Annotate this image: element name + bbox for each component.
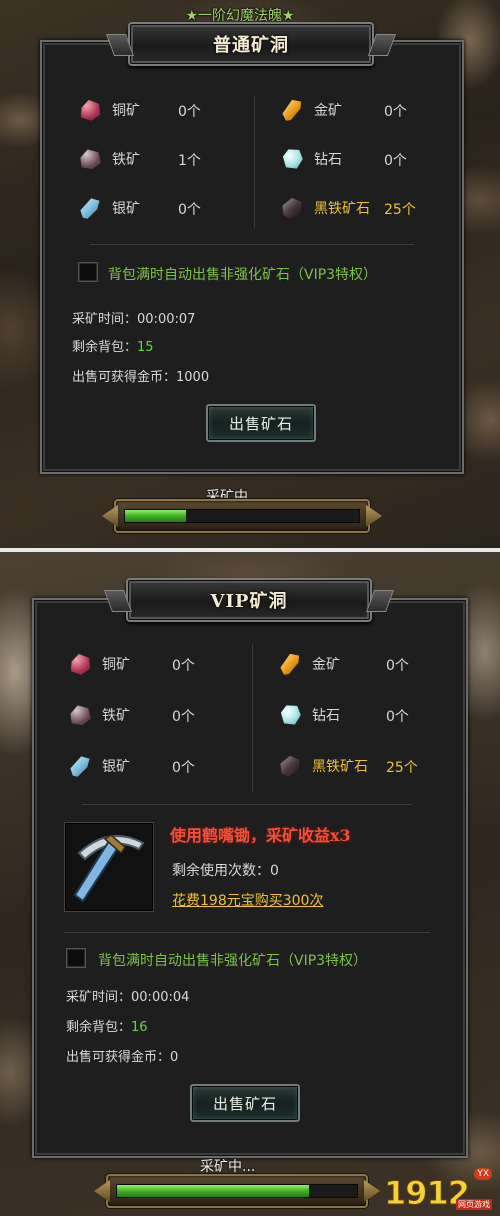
copper-ore-icon: [76, 96, 104, 124]
bag-remaining-label: 剩余背包：: [66, 1020, 132, 1035]
normal-mine-section: ★一阶幻魔法魄★ 普通矿洞 铜矿 0个 铁矿 1个 银矿 0个 金矿 0个 钻石…: [0, 0, 500, 548]
ore-name: 黑铁矿石: [312, 759, 368, 775]
panel-title: VIP矿洞: [210, 591, 288, 612]
ore-row-diamond: 钻石: [276, 697, 340, 733]
auto-sell-checkbox[interactable]: [78, 262, 98, 282]
ore-row-iron: 铁矿: [66, 697, 130, 733]
silver-ore-icon: [76, 194, 104, 222]
ore-count: 0个: [172, 709, 195, 725]
sell-gold-label: 出售可获得金币：: [72, 370, 177, 385]
black-iron-ore-icon: [278, 194, 306, 222]
sell-gold: 出售可获得金币：1000: [72, 366, 209, 385]
panel-title: 普通矿洞: [213, 35, 289, 56]
section-divider: [64, 932, 430, 933]
ore-row-black-iron: 黑铁矿石: [278, 190, 370, 226]
mining-progress-track: [124, 509, 360, 523]
bag-remaining: 剩余背包：15: [72, 336, 154, 355]
mining-time-label: 采矿时间：: [72, 312, 138, 327]
ore-name: 铜矿: [112, 103, 140, 119]
ore-row-gold: 金矿: [278, 92, 342, 128]
mining-time: 采矿时间：00:00:07: [72, 308, 195, 327]
sell-ore-button[interactable]: 出售矿石: [206, 404, 316, 442]
silver-ore-icon: [66, 752, 94, 780]
column-divider: [254, 96, 255, 228]
auto-sell-label: 背包满时自动出售非强化矿石（VIP3特权）: [98, 953, 368, 969]
ore-row-iron: 铁矿: [76, 141, 140, 177]
auto-sell-label: 背包满时自动出售非强化矿石（VIP3特权）: [108, 267, 378, 283]
ore-count: 0个: [172, 658, 195, 674]
gold-ore-icon: [278, 96, 306, 124]
ore-name: 钻石: [312, 708, 340, 724]
bag-remaining-value: 15: [137, 340, 154, 355]
pickaxe-remaining-uses: 剩余使用次数：0: [172, 863, 279, 879]
ore-name: 钻石: [314, 152, 342, 168]
gold-ore-icon: [276, 650, 304, 678]
ore-name: 银矿: [112, 201, 140, 217]
ore-name: 铜矿: [102, 657, 130, 673]
bag-remaining-value: 16: [131, 1020, 148, 1035]
ore-count: 0个: [386, 709, 409, 725]
mining-time-value: 00:00:07: [137, 312, 196, 327]
iron-ore-icon: [76, 145, 104, 173]
section-divider: [82, 804, 412, 805]
bag-remaining: 剩余背包：16: [66, 1016, 148, 1035]
ore-count: 25个: [384, 202, 416, 218]
mining-time-label: 采矿时间：: [66, 990, 132, 1005]
watermark-sub: 网页游戏: [456, 1199, 492, 1210]
ore-count: 0个: [386, 658, 409, 674]
site-watermark: 1912 YX 网页游戏: [383, 1168, 492, 1211]
diamond-icon: [276, 701, 304, 729]
copper-ore-icon: [66, 650, 94, 678]
pickaxe-promo: 使用鹤嘴锄，采矿收益x3: [170, 826, 351, 845]
mining-progress-fill: [125, 510, 186, 522]
ore-row-diamond: 钻石: [278, 141, 342, 177]
ore-count: 1个: [178, 153, 201, 169]
ore-name: 金矿: [312, 657, 340, 673]
mining-progress-frame: [114, 499, 370, 533]
ore-row-silver: 银矿: [76, 190, 140, 226]
ore-name: 银矿: [102, 759, 130, 775]
pickaxe-icon: [73, 834, 145, 903]
auto-sell-checkbox[interactable]: [66, 948, 86, 968]
mining-progress-fill: [117, 1185, 309, 1197]
ore-count: 0个: [178, 104, 201, 120]
ore-count: 0个: [384, 104, 407, 120]
sell-gold-label: 出售可获得金币：: [66, 1050, 171, 1065]
ore-name: 黑铁矿石: [314, 201, 370, 217]
ore-row-gold: 金矿: [276, 646, 340, 682]
vip-mine-section: VIP矿洞 铜矿 0个 铁矿 0个 银矿 0个 金矿 0个 钻石 0个 黑铁矿石…: [0, 552, 500, 1216]
watermark-badge: YX: [474, 1168, 492, 1180]
mining-status: 采矿中...: [200, 1159, 256, 1175]
column-divider: [252, 644, 253, 792]
ore-row-black-iron: 黑铁矿石: [276, 748, 368, 784]
mining-time-value: 00:00:04: [131, 990, 190, 1005]
sell-gold-value: 0: [170, 1050, 179, 1065]
ore-count: 0个: [384, 153, 407, 169]
ore-count: 0个: [172, 760, 195, 776]
title-plate: 普通矿洞: [128, 22, 374, 66]
title-plate: VIP矿洞: [126, 578, 372, 622]
mining-time: 采矿时间：00:00:04: [66, 986, 189, 1005]
sell-gold: 出售可获得金币：0: [66, 1046, 178, 1065]
ore-row-silver: 银矿: [66, 748, 130, 784]
bag-remaining-label: 剩余背包：: [72, 340, 138, 355]
ore-name: 铁矿: [102, 708, 130, 724]
ore-name: 金矿: [314, 103, 342, 119]
ore-row-copper: 铜矿: [66, 646, 130, 682]
ore-name: 铁矿: [112, 152, 140, 168]
sell-ore-button[interactable]: 出售矿石: [190, 1084, 300, 1122]
ore-count: 0个: [178, 202, 201, 218]
buy-pickaxe-link[interactable]: 花费198元宝购买300次: [172, 890, 323, 910]
section-divider: [90, 244, 414, 245]
ore-row-copper: 铜矿: [76, 92, 140, 128]
mining-progress-track: [116, 1184, 358, 1198]
sell-gold-value: 1000: [176, 370, 210, 385]
pickaxe-item-slot[interactable]: [64, 822, 154, 912]
diamond-icon: [278, 145, 306, 173]
ore-count: 25个: [386, 760, 418, 776]
black-iron-ore-icon: [276, 752, 304, 780]
iron-ore-icon: [66, 701, 94, 729]
mining-progress-frame: [106, 1174, 368, 1208]
